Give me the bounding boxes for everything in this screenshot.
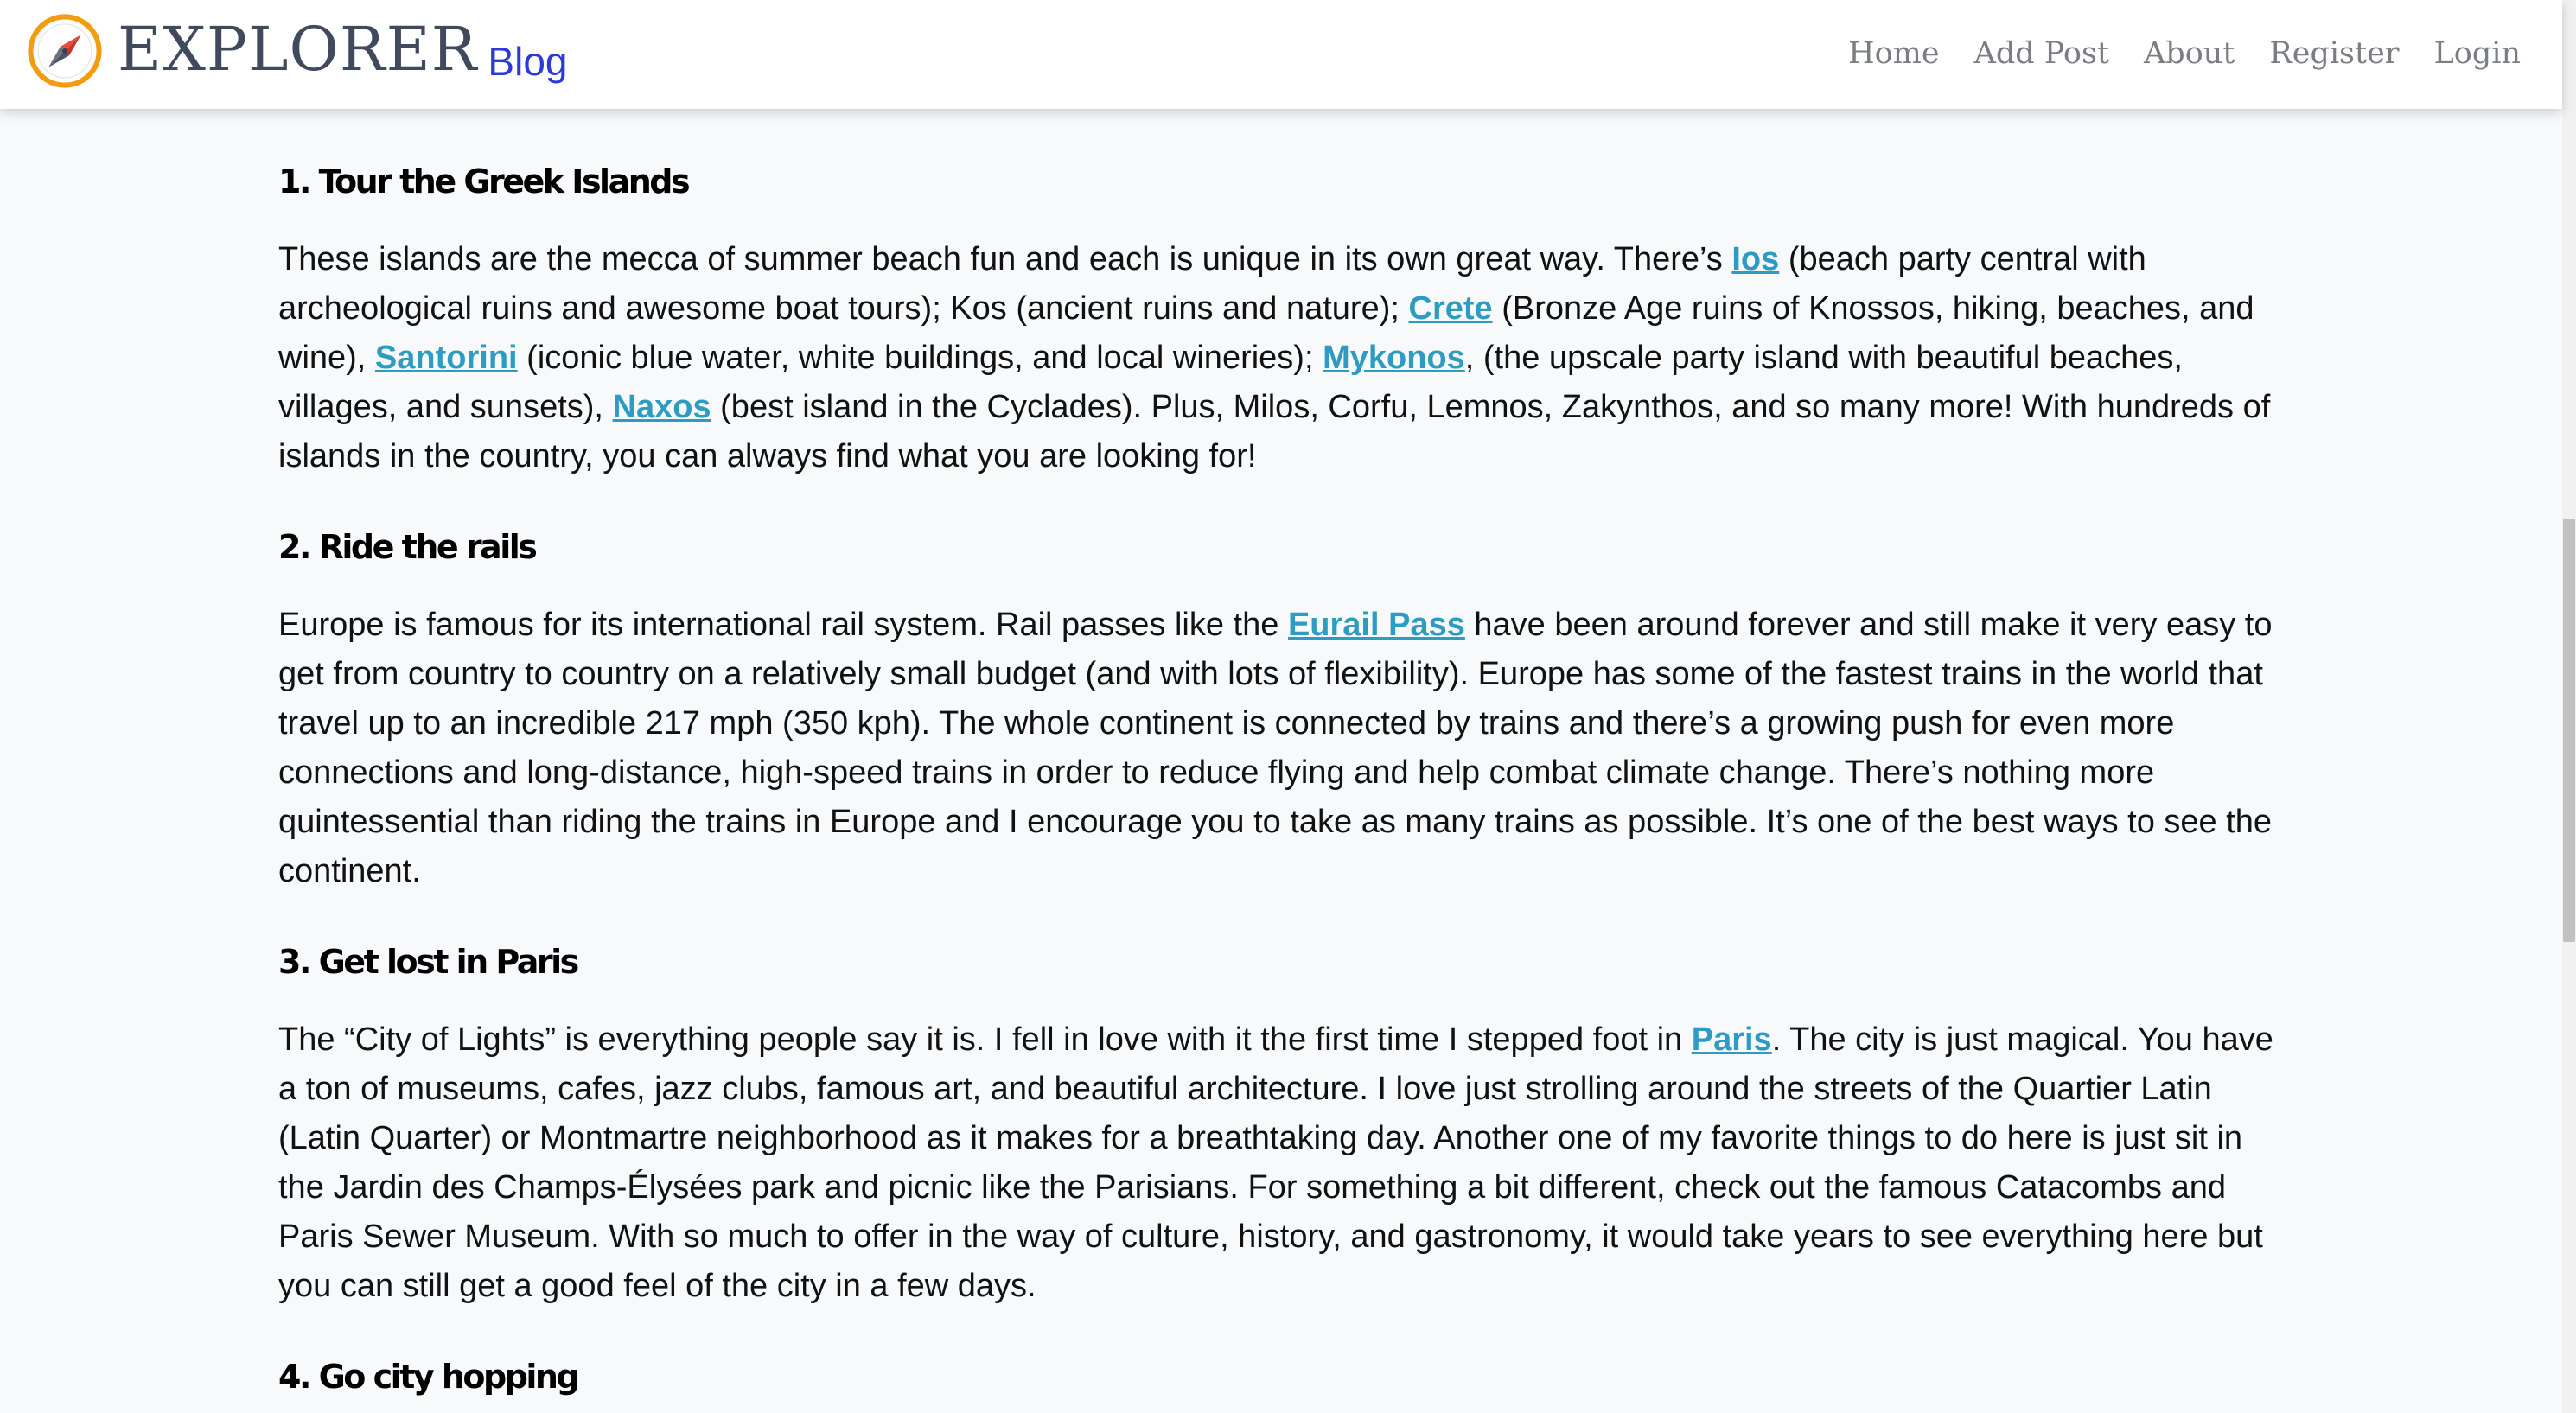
text-segment: have been around forever and still make …	[278, 607, 2273, 889]
text-segment: Europe is famous for its international r…	[278, 607, 1288, 643]
section-text-paris: The “City of Lights” is everything peopl…	[278, 1015, 2289, 1311]
nav-about[interactable]: About	[2144, 28, 2235, 80]
section-heading-ride-rails: 2. Ride the rails	[278, 528, 538, 566]
link-paris[interactable]: Paris	[1692, 1022, 1772, 1058]
compass-logo-icon	[28, 14, 102, 88]
text-segment: The “City of Lights” is everything peopl…	[278, 1022, 1692, 1058]
nav-menu: Home Add Post About Register Login	[1814, 28, 2521, 80]
section-text-ride-rails: Europe is famous for its international r…	[278, 601, 2289, 896]
brand-subtitle: Blog	[488, 39, 568, 84]
link-crete[interactable]: Crete	[1409, 290, 1493, 327]
page-scrollbar[interactable]	[2562, 0, 2576, 1413]
nav-login[interactable]: Login	[2434, 28, 2521, 80]
section-text-greek-islands: These islands are the mecca of summer be…	[278, 235, 2289, 481]
link-eurail-pass[interactable]: Eurail Pass	[1288, 607, 1465, 643]
text-segment: . The city is just magical. You have a t…	[278, 1022, 2273, 1304]
link-naxos[interactable]: Naxos	[613, 389, 711, 425]
scrollbar-thumb[interactable]	[2563, 519, 2575, 942]
post-content: 1. Tour the Greek Islands These islands …	[278, 159, 2289, 1399]
section-heading-greek-islands: 1. Tour the Greek Islands	[278, 162, 691, 200]
text-segment: (iconic blue water, white buildings, and…	[517, 340, 1323, 376]
navbar: EXPLORER Blog Home Add Post About Regist…	[0, 0, 2562, 109]
section-heading-paris: 3. Get lost in Paris	[278, 943, 579, 981]
section-heading-city-hopping: 4. Go city hopping	[278, 1358, 580, 1396]
link-santorini[interactable]: Santorini	[375, 340, 518, 376]
text-segment: These islands are the mecca of summer be…	[278, 241, 1732, 277]
brand-name: EXPLORER	[118, 14, 478, 85]
brand-logo-link[interactable]: EXPLORER Blog	[28, 12, 568, 90]
link-mykonos[interactable]: Mykonos	[1323, 340, 1465, 376]
nav-home[interactable]: Home	[1848, 28, 1940, 80]
nav-register[interactable]: Register	[2269, 28, 2399, 80]
link-ios[interactable]: Ios	[1731, 241, 1779, 277]
nav-add-post[interactable]: Add Post	[1974, 28, 2109, 80]
